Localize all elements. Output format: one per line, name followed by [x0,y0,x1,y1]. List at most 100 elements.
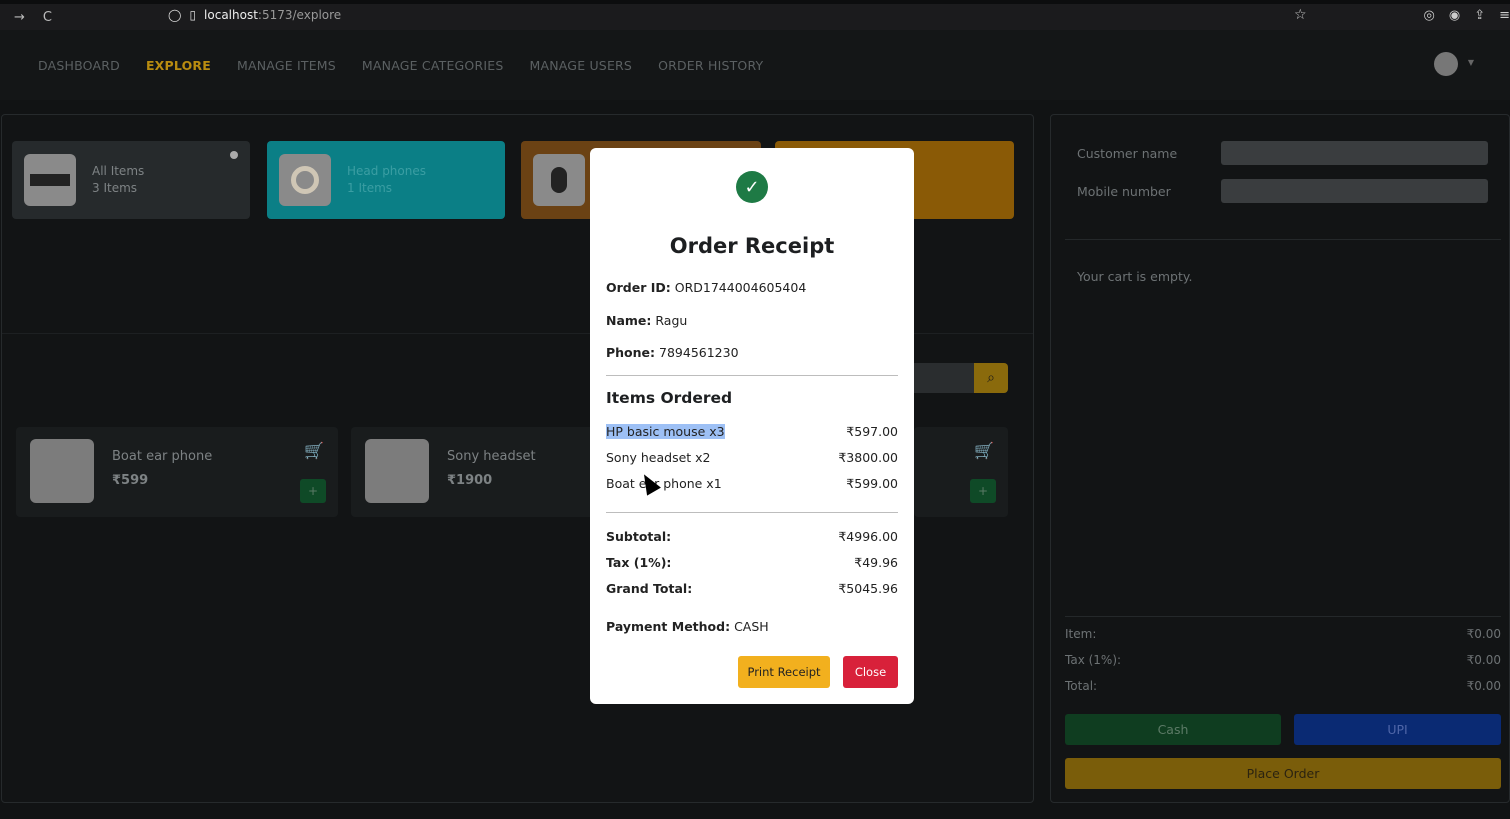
item-image [365,439,429,503]
nav-manage-categories[interactable]: MANAGE CATEGORIES [362,58,504,73]
receipt-line-item: HP basic mouse x3 ₹597.00 [606,424,898,439]
summary-item-row: Item: ₹0.00 [1065,627,1501,641]
customer-name-label: Customer name [1077,146,1178,161]
summary-tax-label: Tax (1%): [1065,653,1122,667]
name-row: Name: Ragu [606,313,687,328]
menu-icon[interactable]: ≡ [1499,8,1510,23]
address-bar[interactable]: ◯ ▯ localhost:5173/explore [168,8,341,22]
selected-dot-icon [230,151,238,159]
item-name: Boat ear phone [112,449,213,464]
bookmark-star-icon[interactable]: ☆ [1294,7,1307,23]
subtotal-row: Subtotal: ₹4996.00 [606,529,898,544]
page-icon: ▯ [189,8,197,22]
category-name: All Items [92,164,145,178]
modal-title: Order Receipt [669,234,835,258]
category-count: 1 Items [347,181,393,195]
line-item-label: Sony headset x2 [606,450,711,465]
browser-nav: → C [0,10,60,25]
line-item-label: Boat ear phone x1 [606,476,722,491]
search-input[interactable] [914,363,974,393]
cart-panel: Customer name Mobile number Your cart is… [1050,114,1510,803]
summary-item-label: Item: [1065,627,1097,641]
category-count: 3 Items [92,181,138,195]
print-receipt-button[interactable]: Print Receipt [738,656,830,688]
pocket-icon[interactable]: ◎ [1424,8,1435,23]
shield-icon: ◯ [168,8,182,22]
place-order-button[interactable]: Place Order [1065,758,1501,789]
item-card: Sony headset ₹1900 [351,427,601,517]
cash-button[interactable]: Cash [1065,714,1281,745]
grand-total-value: ₹5045.96 [838,581,898,596]
order-id-label: Order ID: [606,280,671,295]
close-button[interactable]: Close [843,656,898,688]
check-circle-icon: ✓ [736,171,768,203]
summary-total-value: ₹0.00 [1466,679,1501,693]
payment-method-label: Payment Method: [606,619,731,634]
grand-total-label: Grand Total: [606,581,693,596]
profile-avatar[interactable] [1434,52,1458,76]
order-id-value: ORD1744004605404 [674,280,807,295]
phone-label: Phone: [606,345,656,360]
cart-icon[interactable]: 🛒 [304,441,324,460]
search-icon[interactable]: ⌕ [974,363,1008,393]
subtotal-label: Subtotal: [606,529,672,544]
phone-row: Phone: 7894561230 [606,345,739,360]
top-navigation: DASHBOARD EXPLORE MANAGE ITEMS MANAGE CA… [0,30,1510,100]
item-card: 🛒 + [914,427,1008,517]
item-image [30,439,94,503]
summary-tax-row: Tax (1%): ₹0.00 [1065,653,1501,667]
payment-method-value: CASH [734,619,769,634]
line-item-label: HP basic mouse x3 [606,424,725,439]
add-button[interactable]: + [300,479,326,503]
tax-row: Tax (1%): ₹49.96 [606,555,898,570]
divider [606,375,898,376]
extensions-icon[interactable]: ⇪ [1474,8,1485,23]
phone-value: 7894561230 [659,345,739,360]
item-name: Sony headset [447,449,536,464]
category-all-items[interactable]: All Items 3 Items [12,141,250,219]
nav-explore[interactable]: EXPLORE [146,58,211,73]
divider [606,512,898,513]
cart-icon[interactable]: 🛒 [974,441,994,460]
summary-tax-value: ₹0.00 [1466,653,1501,667]
summary-total-row: Total: ₹0.00 [1065,679,1501,693]
category-headphones[interactable]: Head phones 1 Items [267,141,505,219]
url-host: localhost [204,8,258,22]
subtotal-value: ₹4996.00 [838,529,898,544]
add-button[interactable]: + [970,479,996,503]
divider [1065,616,1501,617]
category-name: Head phones [347,164,426,178]
category-image [24,154,76,206]
item-price: ₹599 [112,473,149,488]
category-image [279,154,331,206]
mobile-number-input[interactable] [1221,179,1488,203]
line-item-amount: ₹3800.00 [838,450,898,465]
summary-item-value: ₹0.00 [1466,627,1501,641]
reload-icon[interactable]: C [43,10,52,25]
nav-dashboard[interactable]: DASHBOARD [38,58,120,73]
browser-actions: ◎ ◉ ⇪ ≡ [1424,8,1510,23]
nav-manage-items[interactable]: MANAGE ITEMS [237,58,336,73]
items-ordered-title: Items Ordered [606,389,733,407]
cart-empty-message: Your cart is empty. [1077,269,1193,284]
tax-label: Tax (1%): [606,555,672,570]
url-path: :5173/explore [257,8,342,22]
customer-name-input[interactable] [1221,141,1488,165]
caret-down-icon[interactable]: ▼ [1468,58,1474,67]
order-receipt-modal: ✓ Order Receipt Order ID: ORD17440046054… [590,148,914,704]
payment-method-row: Payment Method: CASH [606,619,769,634]
receipt-line-item: Sony headset x2 ₹3800.00 [606,450,898,465]
name-label: Name: [606,313,652,328]
mobile-number-label: Mobile number [1077,184,1171,199]
item-card: Boat ear phone ₹599 🛒 + [16,427,338,517]
forward-icon[interactable]: → [14,10,25,25]
upi-button[interactable]: UPI [1294,714,1501,745]
browser-toolbar: → C ◯ ▯ localhost:5173/explore ☆ ◎ ◉ ⇪ ≡ [0,4,1510,30]
grand-total-row: Grand Total: ₹5045.96 [606,581,898,596]
item-price: ₹1900 [447,473,493,488]
nav-manage-users[interactable]: MANAGE USERS [529,58,632,73]
account-icon[interactable]: ◉ [1449,8,1460,23]
nav-order-history[interactable]: ORDER HISTORY [658,58,763,73]
tax-value: ₹49.96 [854,555,898,570]
summary-total-label: Total: [1065,679,1098,693]
